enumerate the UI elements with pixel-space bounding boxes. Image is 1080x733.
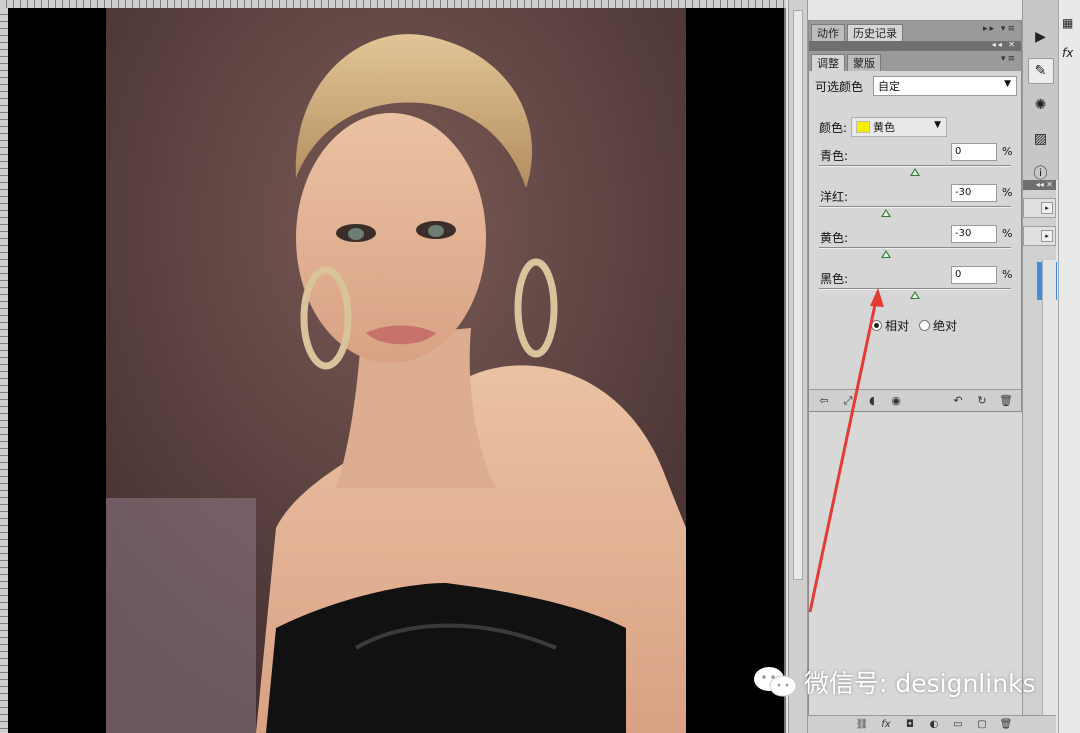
link-icon[interactable]: ⛓ — [852, 719, 872, 730]
unit-label: % — [1002, 186, 1013, 199]
method-relative[interactable]: 相对 — [871, 317, 909, 334]
grid-icon[interactable]: ▦ — [1062, 16, 1080, 30]
panel-subtabbar: 调整 蒙版 ▾≡ — [809, 51, 1021, 71]
canvas-scrollbar[interactable] — [788, 0, 808, 733]
tab-masks[interactable]: 蒙版 — [847, 54, 881, 71]
watermark-text: 微信号: designlinks — [804, 669, 1036, 698]
slider-track[interactable] — [819, 288, 1011, 290]
yellow-value-field[interactable]: -30 — [951, 225, 997, 243]
unit-label: % — [1002, 145, 1013, 158]
slider-handle[interactable] — [910, 291, 920, 299]
preset-value: 自定 — [878, 80, 901, 93]
slider-group: 青色: 0 % 洋红: -30 % 黄色: -30 % 黑色: 0 % — [809, 143, 1021, 307]
chevron-down-icon: ▼ — [934, 120, 942, 130]
eye-icon[interactable]: ◉ — [887, 393, 905, 409]
horizontal-ruler — [0, 0, 786, 8]
fx-icon[interactable]: fx — [1062, 46, 1080, 60]
color-swatch — [856, 121, 871, 133]
delete-icon[interactable]: 🗑 — [997, 393, 1015, 409]
chevron-down-icon: ▼ — [1004, 79, 1012, 89]
slider-label: 黑色: — [820, 272, 849, 286]
cyan-value-field[interactable]: 0 — [951, 143, 997, 161]
arrow-right-icon[interactable]: ▸ — [1041, 202, 1053, 214]
panel-footer: ⇦ ⤢ ◖ ◉ ↶ ↻ 🗑 — [809, 389, 1021, 411]
fx-icon[interactable]: fx — [876, 719, 896, 730]
preset-row: 可选颜色 自定 ▼ — [809, 71, 1021, 101]
slider-cyan: 青色: 0 % — [809, 143, 1021, 184]
layers-footer: ⛓ fx ◘ ◐ ▭ ▢ 🗑 — [808, 715, 1056, 733]
document-canvas[interactable] — [0, 0, 786, 733]
play-icon[interactable]: ▶ — [1028, 24, 1054, 50]
adjustments-panel: 动作 历史记录 ▸▸ ▾≡ ◂◂ ✕ 调整 蒙版 ▾≡ 可选颜色 自定 ▼ 颜色… — [808, 20, 1022, 412]
slider-magenta: 洋红: -30 % — [809, 184, 1021, 225]
preset-label: 可选颜色 — [815, 79, 864, 94]
slider-track[interactable] — [819, 247, 1011, 249]
new-layer-icon[interactable]: ▢ — [972, 719, 992, 730]
scrollbar-thumb[interactable] — [793, 10, 803, 580]
tab-history[interactable]: 历史记录 — [847, 24, 903, 41]
strip-row[interactable]: ▸ — [1023, 226, 1056, 246]
reset-icon[interactable]: ↻ — [973, 393, 991, 409]
tab-actions[interactable]: 动作 — [811, 24, 845, 41]
expand-icon[interactable]: ⤢ — [839, 393, 857, 409]
portrait-photo — [106, 8, 686, 733]
slider-black: 黑色: 0 % — [809, 266, 1021, 307]
slider-handle[interactable] — [881, 209, 892, 217]
vertical-ruler — [0, 8, 8, 733]
collapse-icon[interactable]: ◂◂ ✕ — [992, 40, 1017, 49]
slider-label: 黄色: — [820, 231, 849, 245]
icon-dock: ▶ ✎ ✺ ▨ ⓘ — [1022, 0, 1058, 182]
slider-yellow: 黄色: -30 % — [809, 225, 1021, 266]
subpanel-menu-icon[interactable]: ▾≡ — [1001, 54, 1017, 64]
trash-icon[interactable]: 🗑 — [996, 719, 1016, 730]
slider-track[interactable] — [819, 165, 1011, 167]
compass-icon[interactable]: ✺ — [1028, 92, 1054, 118]
unit-label: % — [1002, 227, 1013, 240]
mask-icon[interactable]: ◘ — [900, 719, 920, 730]
preset-dropdown[interactable]: 自定 ▼ — [873, 76, 1018, 96]
strip-row[interactable]: ▸ — [1023, 198, 1056, 218]
far-right-strip: ▦ fx — [1058, 0, 1080, 733]
slider-handle[interactable] — [910, 168, 920, 176]
panel-menu-icon[interactable]: ▸▸ ▾≡ — [983, 24, 1017, 34]
previous-state-icon[interactable]: ↶ — [949, 393, 967, 409]
slider-track[interactable] — [819, 206, 1011, 208]
magenta-value-field[interactable]: -30 — [951, 184, 997, 202]
color-dropdown[interactable]: 黄色 ▼ — [851, 117, 948, 137]
back-arrow-icon[interactable]: ⇦ — [815, 393, 833, 409]
tab-adjustments[interactable]: 调整 — [811, 54, 845, 71]
method-row: 相对 绝对 — [809, 315, 1021, 335]
clip-icon[interactable]: ◖ — [863, 393, 881, 409]
color-label: 颜色: — [819, 120, 848, 135]
info-icon[interactable]: ⓘ — [1028, 160, 1054, 186]
layers-scrollbar[interactable] — [1042, 260, 1056, 715]
slider-label: 青色: — [820, 149, 849, 163]
watermark: 微信号: designlinks — [752, 664, 1036, 700]
wechat-icon — [754, 667, 797, 697]
slider-label: 洋红: — [820, 190, 849, 204]
radio-relative[interactable] — [871, 319, 882, 331]
color-row: 颜色: 黄色 ▼ — [809, 115, 1021, 139]
image-icon[interactable]: ▨ — [1028, 126, 1054, 152]
panel-collapse-bar[interactable]: ◂◂ ✕ — [809, 40, 1021, 51]
panel-tabbar: 动作 历史记录 ▸▸ ▾≡ — [809, 21, 1021, 41]
unit-label: % — [1002, 268, 1013, 281]
method-absolute[interactable]: 绝对 — [919, 317, 957, 334]
arrow-right-icon[interactable]: ▸ — [1041, 230, 1053, 242]
method-relative-label: 相对 — [885, 318, 910, 333]
portrait-illustration — [106, 8, 686, 733]
color-value: 黄色 — [873, 121, 896, 134]
slider-handle[interactable] — [881, 250, 892, 258]
radio-absolute[interactable] — [919, 319, 931, 331]
group-icon[interactable]: ▭ — [948, 719, 968, 730]
black-value-field[interactable]: 0 — [951, 266, 997, 284]
brush-settings-icon[interactable]: ✎ — [1027, 58, 1054, 84]
adjustment-icon[interactable]: ◐ — [924, 719, 944, 730]
method-absolute-label: 绝对 — [933, 318, 958, 333]
